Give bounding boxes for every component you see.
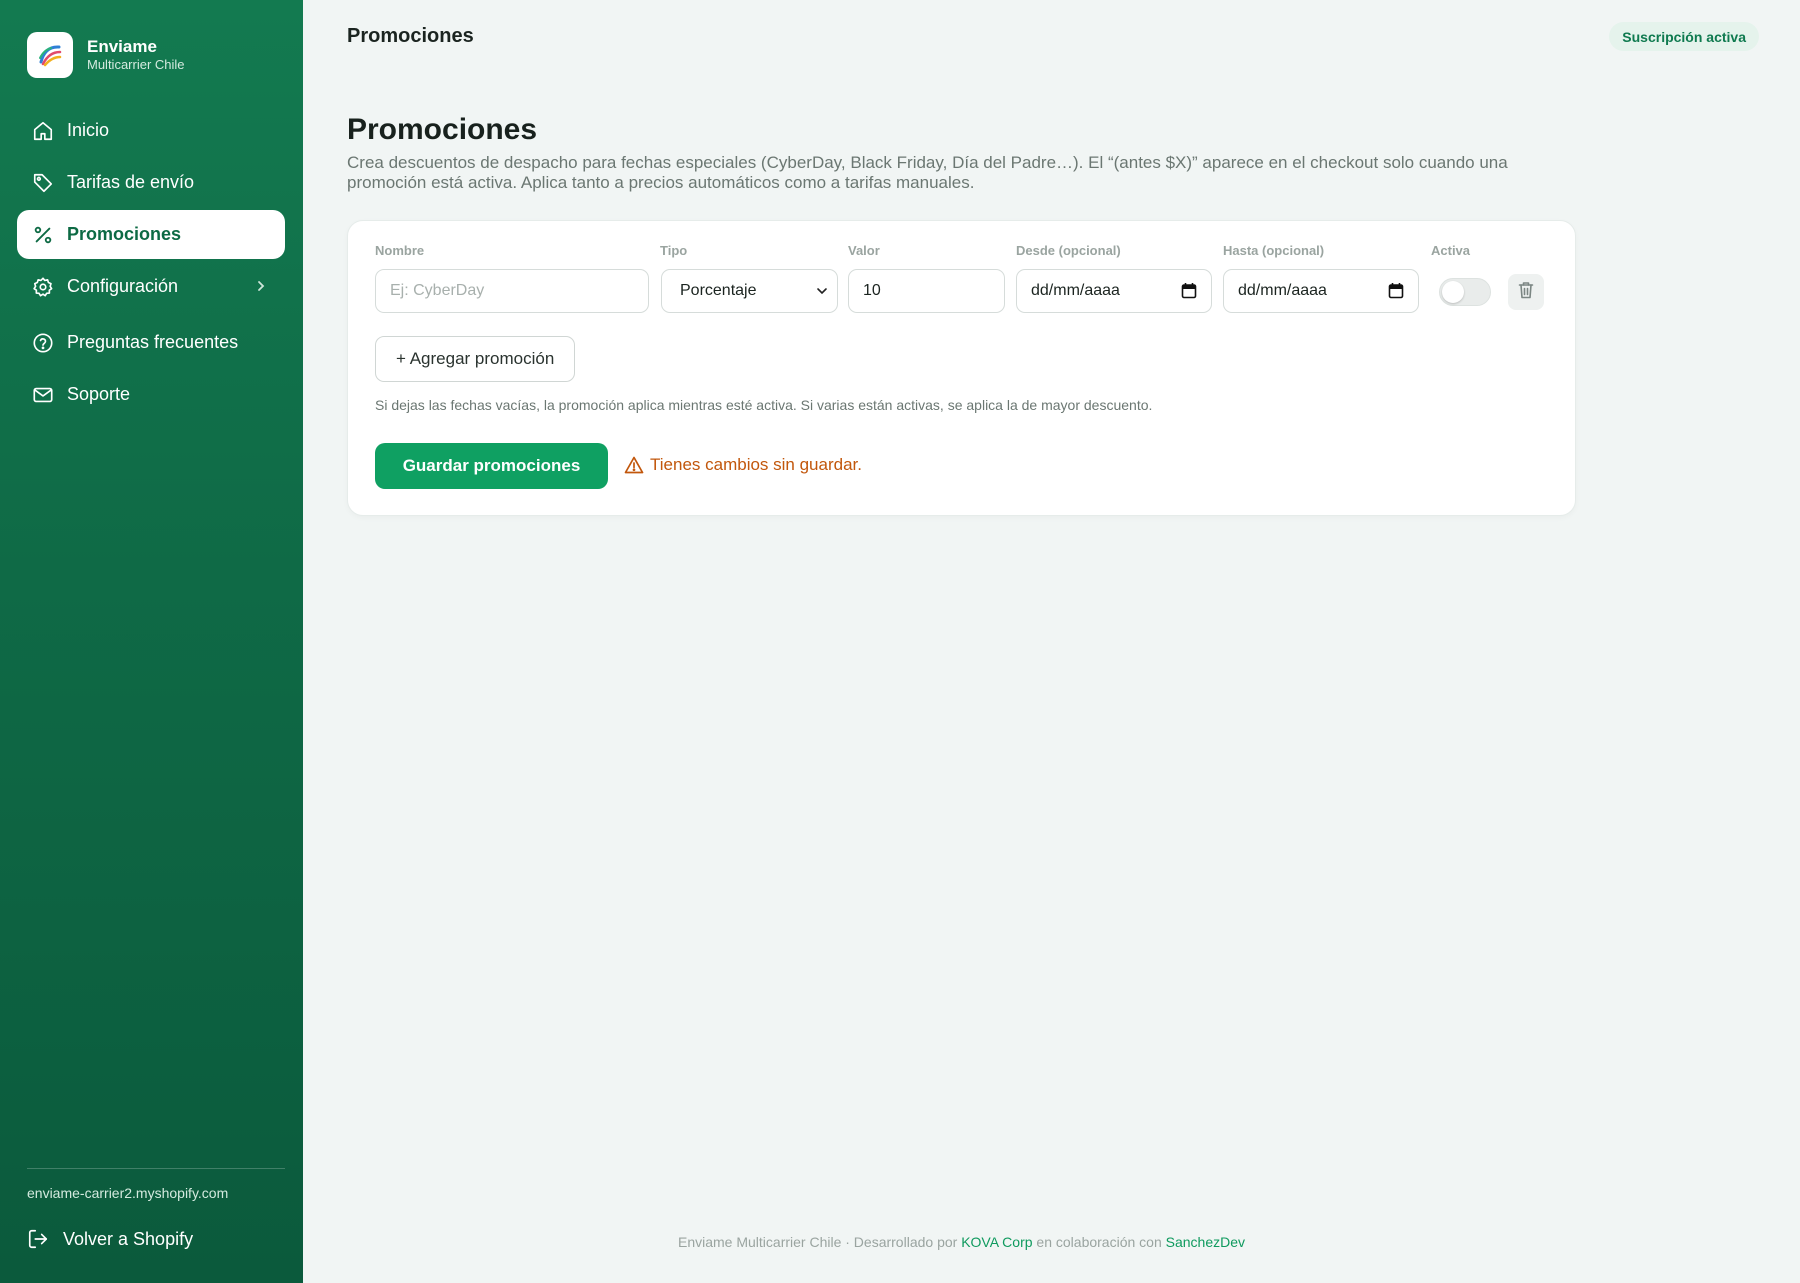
sidebar-item-soporte[interactable]: Soporte bbox=[17, 370, 285, 419]
brand-name: Enviame bbox=[87, 37, 157, 56]
promotions-card: Nombre Tipo Valor Desde (opcional) Hasta… bbox=[347, 220, 1576, 516]
chevron-right-icon bbox=[255, 277, 267, 298]
sidebar-item-preguntas[interactable]: Preguntas frecuentes bbox=[17, 318, 285, 367]
tag-icon bbox=[31, 171, 55, 195]
sidebar-item-promociones[interactable]: Promociones bbox=[17, 210, 285, 259]
promo-type-select[interactable]: Porcentaje bbox=[661, 269, 838, 313]
subscription-status-badge: Suscripción activa bbox=[1609, 22, 1759, 51]
logout-icon bbox=[27, 1228, 49, 1250]
promo-value-input[interactable]: 10 bbox=[848, 269, 1005, 313]
end-date-value: dd/mm/aaaa bbox=[1238, 282, 1327, 299]
page-description: Crea descuentos de despacho para fechas … bbox=[347, 153, 1508, 192]
save-promotions-button[interactable]: Guardar promociones bbox=[375, 443, 608, 489]
back-to-shopify-link[interactable]: Volver a Shopify bbox=[27, 1219, 285, 1259]
promo-type-value: Porcentaje bbox=[680, 282, 757, 299]
page-footer: Enviame Multicarrier Chile · Desarrollad… bbox=[347, 1234, 1576, 1250]
nombre-label: Nombre bbox=[375, 243, 425, 258]
sidebar-item-label: Promociones bbox=[67, 224, 182, 244]
promo-name-input[interactable]: Ej: CyberDay bbox=[375, 269, 649, 313]
percent-icon bbox=[31, 223, 55, 247]
page-title: Promociones bbox=[347, 113, 538, 146]
unsaved-warning-text: Tienes cambios sin guardar. bbox=[650, 455, 862, 474]
footer-partner-link[interactable]: SanchezDev bbox=[1166, 1234, 1245, 1250]
hasta-label: Hasta (opcional) bbox=[1223, 243, 1325, 258]
tipo-label: Tipo bbox=[660, 243, 688, 258]
add-promotion-button[interactable]: + Agregar promoción bbox=[375, 336, 576, 382]
calendar-icon[interactable] bbox=[1181, 282, 1197, 304]
sidebar-item-tarifas[interactable]: Tarifas de envío bbox=[17, 158, 285, 207]
sidebar-item-configuracion[interactable]: Configuración bbox=[17, 262, 285, 311]
sidebar-item-label: Inicio bbox=[67, 120, 110, 140]
sidebar-item-label: Configuración bbox=[67, 276, 179, 296]
sidebar: Enviame Multicarrier Chile Inicio Tarifa… bbox=[0, 0, 303, 1283]
sidebar-nav: Inicio Tarifas de envío Promociones Conf… bbox=[17, 106, 285, 422]
footer-middle: en colaboración con bbox=[1036, 1234, 1162, 1250]
toggle-knob bbox=[1442, 281, 1464, 303]
activa-label: Activa bbox=[1431, 243, 1471, 258]
sidebar-item-label: Tarifas de envío bbox=[67, 172, 195, 192]
warning-triangle-icon bbox=[624, 456, 644, 474]
valor-label: Valor bbox=[848, 243, 880, 258]
header-title: Promociones bbox=[347, 25, 474, 47]
gear-icon bbox=[31, 275, 55, 299]
start-date-value: dd/mm/aaaa bbox=[1031, 282, 1120, 299]
promo-end-date-input[interactable]: dd/mm/aaaa bbox=[1223, 269, 1419, 313]
sidebar-divider bbox=[27, 1168, 285, 1169]
help-circle-icon bbox=[31, 331, 55, 355]
trash-icon bbox=[1518, 281, 1534, 304]
calendar-icon[interactable] bbox=[1388, 282, 1404, 304]
dates-hint-text: Si dejas las fechas vacías, la promoción… bbox=[375, 397, 1153, 413]
desde-label: Desde (opcional) bbox=[1016, 243, 1121, 258]
home-icon bbox=[31, 119, 55, 143]
sidebar-item-inicio[interactable]: Inicio bbox=[17, 106, 285, 155]
sidebar-item-label: Preguntas frecuentes bbox=[67, 332, 239, 352]
delete-promo-button[interactable] bbox=[1508, 274, 1544, 310]
mail-icon bbox=[31, 383, 55, 407]
brand: Enviame Multicarrier Chile bbox=[27, 32, 185, 78]
sidebar-item-label: Soporte bbox=[67, 384, 131, 404]
brand-subtitle: Multicarrier Chile bbox=[87, 57, 185, 72]
brand-logo-icon bbox=[27, 32, 73, 78]
back-to-shopify-label: Volver a Shopify bbox=[63, 1228, 194, 1249]
sidebar-footer: enviame-carrier2.myshopify.com Volver a … bbox=[27, 1168, 285, 1283]
footer-company-link[interactable]: KOVA Corp bbox=[961, 1234, 1032, 1250]
promo-active-toggle[interactable] bbox=[1439, 278, 1491, 306]
shop-domain: enviame-carrier2.myshopify.com bbox=[27, 1185, 229, 1201]
promo-start-date-input[interactable]: dd/mm/aaaa bbox=[1016, 269, 1212, 313]
unsaved-changes-warning: Tienes cambios sin guardar. bbox=[624, 455, 862, 475]
footer-prefix: Enviame Multicarrier Chile · Desarrollad… bbox=[677, 1234, 958, 1250]
chevron-down-icon bbox=[815, 284, 829, 303]
